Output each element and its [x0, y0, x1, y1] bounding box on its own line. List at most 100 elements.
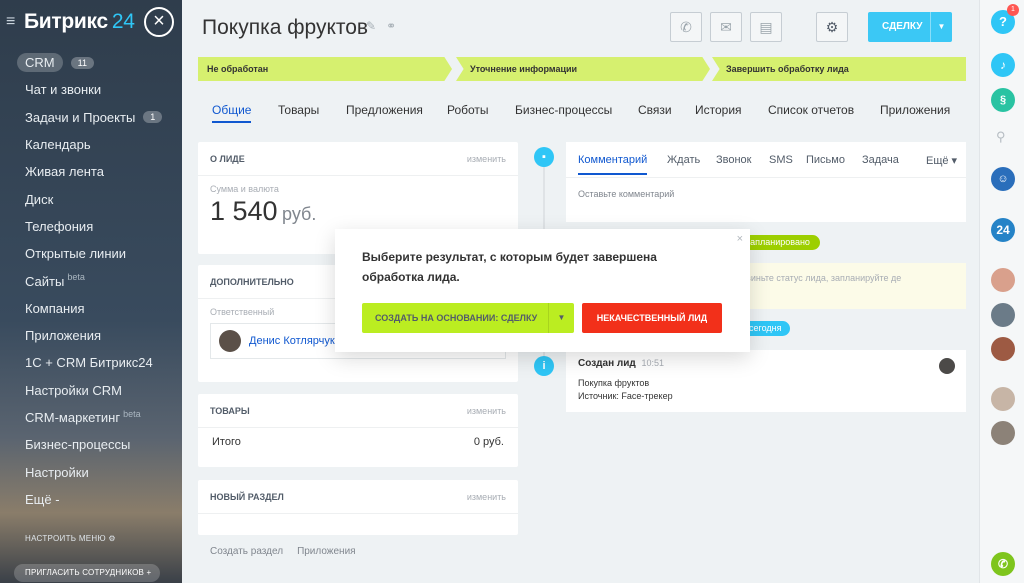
avatar[interactable] [991, 303, 1015, 327]
phone-icon[interactable]: ✆ [991, 552, 1015, 576]
sidebar-item-more[interactable]: Ещё - [0, 486, 182, 513]
sidebar-item-sites[interactable]: Сайты beta [0, 267, 182, 294]
chevron-down-icon[interactable]: ▼ [548, 303, 574, 333]
sidebar-item-crm-settings[interactable]: Настройки CRM [0, 377, 182, 404]
sidebar-item-1c[interactable]: 1С + CRM Битрикс24 [0, 349, 182, 376]
create-deal-button[interactable]: СОЗДАТЬ НА ОСНОВАНИИ: СДЕЛКУ ▼ [362, 303, 574, 333]
sidebar-item-company[interactable]: Компания [0, 295, 182, 322]
sidebar-item-crm[interactable]: CRM 11 [0, 49, 182, 76]
sidebar-item-label: Задачи и Проекты [25, 109, 136, 125]
comment-icon: ▪ [534, 147, 554, 167]
card-title: О ЛИДЕ [210, 153, 245, 164]
sidebar-item-label: Сайты [25, 273, 65, 289]
logo[interactable]: Битрикс 24 [24, 10, 135, 34]
avatar[interactable] [939, 358, 955, 374]
sidebar-item-telephony[interactable]: Телефония [0, 213, 182, 240]
sidebar-item-label: Телефония [25, 218, 94, 234]
chat-icon: ▤ [759, 19, 773, 35]
bitrix24-counter[interactable]: 24 [991, 218, 1015, 242]
tab-more[interactable]: Ещё ▾ [926, 154, 957, 167]
tab-history[interactable]: История [695, 103, 742, 117]
configure-menu-link[interactable]: НАСТРОИТЬ МЕНЮ ⚙ [25, 534, 116, 543]
avatar[interactable] [219, 330, 241, 352]
sidebar-item-label: CRM [17, 53, 63, 73]
stage-label: Не обработан [207, 64, 269, 74]
avatar[interactable] [991, 337, 1015, 361]
stage-bar: Не обработан Уточнение информации Заверш… [198, 57, 966, 81]
tab-apps[interactable]: Приложения [880, 103, 950, 117]
settings-button[interactable]: ⚙ [816, 12, 848, 42]
button-label: СОЗДАТЬ НА ОСНОВАНИИ: СДЕЛКУ [375, 313, 538, 323]
close-icon[interactable]: × [144, 7, 174, 37]
sidebar-item-bizproc[interactable]: Бизнес-процессы [0, 431, 182, 458]
sidebar-item-feed[interactable]: Живая лента [0, 158, 182, 185]
phone-icon: ✆ [680, 19, 692, 35]
comment-input[interactable]: Оставьте комментарий [566, 178, 966, 210]
tab-sms[interactable]: SMS [769, 154, 793, 166]
tab-email[interactable]: Письмо [806, 154, 845, 166]
tab-offers[interactable]: Предложения [346, 103, 423, 117]
deal-button-label: СДЕЛКУ [882, 21, 923, 32]
support-icon[interactable]: § [991, 88, 1015, 112]
created-title: Создан лид [578, 358, 636, 369]
avatar[interactable] [991, 421, 1015, 445]
robot-icon[interactable]: ☺ [991, 167, 1015, 191]
junk-lead-button[interactable]: НЕКАЧЕСТВЕННЫЙ ЛИД [582, 303, 722, 333]
deal-button[interactable]: СДЕЛКУ ▼ [868, 12, 952, 42]
sidebar-item-label: Ещё - [25, 491, 60, 507]
sidebar-item-apps[interactable]: Приложения [0, 322, 182, 349]
sidebar-item-open-lines[interactable]: Открытые линии [0, 240, 182, 267]
phone-button[interactable]: ✆ [670, 12, 702, 42]
sidebar-item-chat[interactable]: Чат и звонки [0, 76, 182, 103]
close-icon[interactable]: × [737, 233, 743, 245]
tab-task[interactable]: Задача [862, 154, 899, 166]
create-section-link[interactable]: Создать раздел [210, 546, 283, 557]
notification-badge: 1 [1007, 4, 1019, 16]
tab-wait[interactable]: Ждать [667, 154, 700, 166]
left-sidebar: ≡ Битрикс 24 × CRM 11 Чат и звонки Задачи … [0, 0, 182, 583]
link-icon[interactable]: ⚭ [386, 19, 396, 33]
sidebar-item-calendar[interactable]: Календарь [0, 131, 182, 158]
beta-label: beta [123, 408, 141, 419]
responsible-name[interactable]: Денис Котлярчук [249, 335, 335, 347]
edit-link[interactable]: изменить [467, 154, 506, 164]
tab-robots[interactable]: Роботы [447, 103, 489, 117]
info-icon: i [534, 356, 554, 376]
stage-item[interactable]: Уточнение информации [456, 57, 710, 81]
counter-badge: 1 [143, 111, 163, 124]
mail-button[interactable]: ✉ [710, 12, 742, 42]
avatar[interactable] [991, 268, 1015, 292]
tab-bizproc[interactable]: Бизнес-процессы [515, 103, 612, 117]
tab-call[interactable]: Звонок [716, 154, 752, 166]
sidebar-item-crm-marketing[interactable]: CRM-маркетинг beta [0, 404, 182, 431]
sidebar-item-disk[interactable]: Диск [0, 185, 182, 212]
pencil-icon[interactable]: ✎ [366, 19, 376, 33]
sidebar-item-tasks[interactable]: Задачи и Проекты 1 [0, 104, 182, 131]
stage-item[interactable]: Завершить обработку лида [712, 57, 966, 81]
bell-icon[interactable]: ♪ [991, 53, 1015, 77]
edit-link[interactable]: изменить [467, 406, 506, 416]
tab-general[interactable]: Общие [212, 103, 252, 123]
created-line1: Покупка фруктов [578, 378, 650, 388]
edit-link[interactable]: изменить [467, 492, 506, 502]
sidebar-item-label: Календарь [25, 137, 91, 153]
tab-reports[interactable]: Список отчетов [768, 103, 854, 117]
avatar[interactable] [991, 387, 1015, 411]
chat-button[interactable]: ▤ [750, 12, 782, 42]
editor-tabs: Комментарий Ждать Звонок SMS Письмо Зада… [566, 142, 966, 178]
apps-link[interactable]: Приложения [297, 546, 356, 557]
tab-comment[interactable]: Комментарий [578, 154, 648, 175]
sidebar-item-label: Чат и звонки [25, 82, 102, 98]
sidebar-item-settings[interactable]: Настройки [0, 458, 182, 485]
stage-label: Завершить обработку лида [726, 64, 849, 74]
close-lead-dialog: × Выберите результат, с которым будет за… [335, 229, 750, 352]
invite-button[interactable]: ПРИГЛАСИТЬ СОТРУДНИКОВ + [14, 564, 160, 582]
dialog-text: Выберите результат, с которым будет заве… [362, 250, 657, 284]
tab-links[interactable]: Связи [638, 103, 672, 117]
stage-item[interactable]: Не обработан [198, 57, 452, 81]
search-icon[interactable]: ⚲ [996, 129, 1006, 145]
sidebar-item-label: Приложения [25, 328, 102, 344]
menu-icon[interactable]: ≡ [6, 13, 24, 31]
chevron-down-icon[interactable]: ▼ [930, 12, 952, 42]
tab-goods[interactable]: Товары [278, 103, 319, 117]
